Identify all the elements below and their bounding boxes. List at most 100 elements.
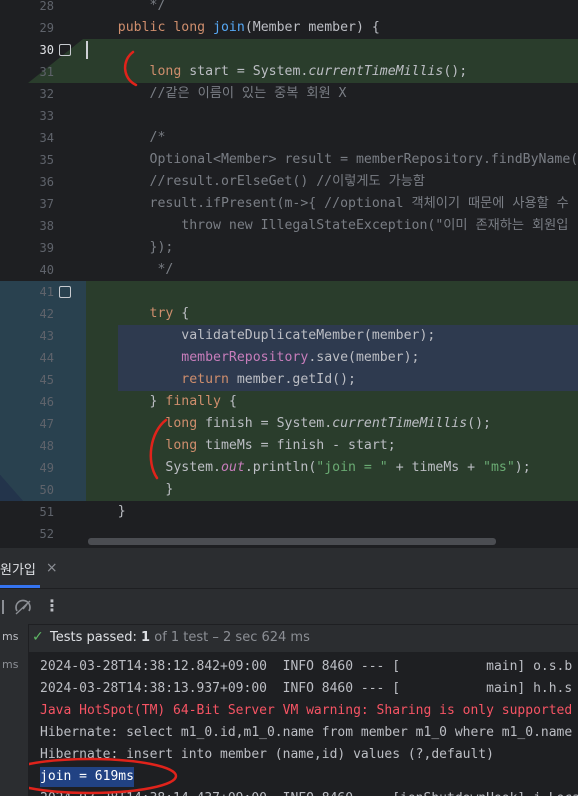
side-label-2: ms xyxy=(2,658,19,671)
code-line[interactable]: 49 System.out.println("join = " + timeMs… xyxy=(0,457,578,479)
console-output[interactable]: 2024-03-28T14:38:12.842+09:00 INFO 8460 … xyxy=(0,652,578,796)
console-line: join = 619ms xyxy=(40,767,134,787)
code-token: timeMs = finish - start; xyxy=(205,438,396,453)
code-token: } xyxy=(86,482,174,497)
code-token: "join = " xyxy=(316,460,388,475)
test-status-bar: ✓ Tests passed: 1 of 1 test – 2 sec 624 … xyxy=(0,624,578,652)
code-line[interactable]: 31 long start = System.currentTimeMillis… xyxy=(0,61,578,83)
code-line[interactable]: 33 xyxy=(0,105,578,127)
line-number: 35 xyxy=(39,153,54,167)
code-line[interactable]: 45 return member.getId(); xyxy=(0,369,578,391)
rerun-gauge-icon[interactable] xyxy=(14,598,32,616)
run-tab[interactable]: 원가입 × xyxy=(0,548,58,588)
code-text: try { xyxy=(86,303,190,325)
code-editor[interactable]: 28 */29 public long join(Member member) … xyxy=(0,0,578,548)
run-tab-bar: 원가입 × xyxy=(0,548,578,589)
code-text: } finally { xyxy=(86,391,237,413)
run-tab-label: 원가입 xyxy=(0,562,36,578)
code-token: } xyxy=(86,394,166,409)
more-options-icon[interactable]: ⋮ xyxy=(44,596,60,615)
code-token: validateDuplicateMember(member); xyxy=(86,328,436,343)
run-toolbar: ⋮ xyxy=(0,588,578,625)
console-line: 2024-03-28T14:38:12.842+09:00 INFO 8460 … xyxy=(40,659,573,674)
code-text: validateDuplicateMember(member); xyxy=(86,325,435,347)
console-line: 2024-03-28T14:38:14.437+09:00 INFO 8460 … xyxy=(40,788,578,796)
code-line[interactable]: 36 //result.orElseGet() //이렇게도 가능함 xyxy=(0,171,578,193)
line-number: 33 xyxy=(39,109,54,123)
code-text: public long join(Member member) { xyxy=(86,17,380,39)
code-text: /* xyxy=(86,127,166,149)
code-line[interactable]: 42 try { xyxy=(0,303,578,325)
code-token: */ xyxy=(86,262,174,277)
code-text: throw new IllegalStateException("이미 존재하는… xyxy=(86,215,568,237)
code-text: }); xyxy=(86,237,174,259)
code-line[interactable]: 35 Optional<Member> result = memberRepos… xyxy=(0,149,578,171)
code-text: Optional<Member> result = memberReposito… xyxy=(86,149,578,171)
code-line[interactable]: 43 validateDuplicateMember(member); xyxy=(0,325,578,347)
code-token: ); xyxy=(514,460,531,475)
code-token: + timeMs + xyxy=(387,460,484,475)
tests-passed-label: Tests passed: xyxy=(50,630,137,645)
line-number: 28 xyxy=(39,0,54,13)
code-text: System.out.println("join = " + timeMs + … xyxy=(86,457,531,479)
code-text: //같은 이름이 있는 중복 회원 X xyxy=(86,83,347,105)
code-token: .save(member); xyxy=(308,350,420,365)
code-line[interactable]: 44 memberRepository.save(member); xyxy=(0,347,578,369)
console-line: Hibernate: select m1_0.id,m1_0.name from… xyxy=(40,725,573,740)
line-number: 43 xyxy=(39,329,54,343)
test-tree-panel[interactable]: ms ms xyxy=(0,624,29,796)
code-token: return xyxy=(181,372,237,387)
line-number: 47 xyxy=(39,417,54,431)
code-token: currentTimeMillis xyxy=(332,416,468,431)
line-number: 46 xyxy=(39,395,54,409)
gutter-checkbox-icon[interactable] xyxy=(59,286,71,298)
code-token: System. xyxy=(86,460,221,475)
code-line[interactable]: 32 //같은 이름이 있는 중복 회원 X xyxy=(0,83,578,105)
gutter-checkbox-icon[interactable] xyxy=(59,44,71,56)
code-token: .println( xyxy=(244,460,317,475)
tests-summary: of 1 test – 2 sec 624 ms xyxy=(154,630,310,645)
console-line: 2024-03-28T14:38:13.937+09:00 INFO 8460 … xyxy=(40,681,573,696)
code-line[interactable]: 37 result.ifPresent(m->{ //optional 객체이기… xyxy=(0,193,578,215)
code-token: try xyxy=(149,306,182,321)
line-number: 29 xyxy=(39,21,54,35)
code-line[interactable]: 51 } xyxy=(0,501,578,523)
code-token: (); xyxy=(443,64,468,79)
code-line[interactable]: 47 long finish = System.currentTimeMilli… xyxy=(0,413,578,435)
code-line[interactable]: 48 long timeMs = finish - start; xyxy=(0,435,578,457)
check-icon: ✓ xyxy=(32,629,44,645)
line-number: 45 xyxy=(39,373,54,387)
code-token: Optional<Member> result = memberReposito… xyxy=(86,152,578,167)
run-tool-window: 원가입 × ⋮ ✓ Tests passed: 1 of 1 test – 2 … xyxy=(0,548,578,796)
code-text: long finish = System.currentTimeMillis()… xyxy=(86,413,491,435)
code-text: result.ifPresent(m->{ //optional 객체이기 때문… xyxy=(86,193,569,215)
code-line[interactable]: 50 } xyxy=(0,479,578,501)
line-number: 41 xyxy=(39,285,54,299)
line-number: 37 xyxy=(39,197,54,211)
code-line[interactable]: 39 }); xyxy=(0,237,578,259)
code-text: } xyxy=(86,479,173,501)
code-token: { xyxy=(228,394,237,409)
code-line[interactable]: 29 public long join(Member member) { xyxy=(0,17,578,39)
horizontal-scrollbar[interactable] xyxy=(88,538,496,545)
close-icon[interactable]: × xyxy=(46,560,58,576)
code-line[interactable]: 41 xyxy=(0,281,578,303)
code-line[interactable]: 40 */ xyxy=(0,259,578,281)
line-number: 32 xyxy=(39,87,54,101)
code-line[interactable]: 30 xyxy=(0,39,578,61)
code-token: /* xyxy=(86,130,166,145)
code-line[interactable]: 28 */ xyxy=(0,0,578,17)
code-text: //result.orElseGet() //이렇게도 가능함 xyxy=(86,171,425,193)
console-line: Java HotSpot(TM) 64-Bit Server VM warnin… xyxy=(40,703,573,718)
line-number: 40 xyxy=(39,263,54,277)
code-line[interactable]: 34 /* xyxy=(0,127,578,149)
line-number: 51 xyxy=(39,505,54,519)
code-token: (Member member) { xyxy=(244,20,380,35)
code-line[interactable]: 46 } finally { xyxy=(0,391,578,413)
line-number: 50 xyxy=(39,483,54,497)
code-line[interactable]: 38 throw new IllegalStateException("이미 존… xyxy=(0,215,578,237)
